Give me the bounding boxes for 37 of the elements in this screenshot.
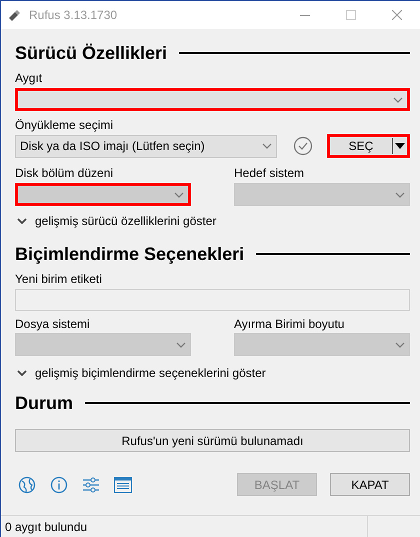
field-label: Önyükleme seçimi <box>15 118 114 132</box>
chevron-icon <box>395 342 405 348</box>
chevron-icon <box>395 192 405 198</box>
dropdown[interactable] <box>15 88 410 111</box>
usb-drive-icon <box>7 8 21 22</box>
section-heading: Durum <box>15 394 73 412</box>
dropdown-arrow-icon <box>394 142 406 150</box>
info-icon[interactable] <box>50 476 68 494</box>
field-label: Aygıt <box>15 71 44 85</box>
select-button[interactable]: SEÇ <box>327 134 410 158</box>
section-heading: Biçimlendirme Seçenekleri <box>15 245 244 263</box>
minimize-icon <box>300 14 310 16</box>
field-label: Disk bölüm düzeni <box>15 166 114 180</box>
advanced-toggle[interactable]: gelişmiş biçimlendirme seçeneklerini göster <box>15 362 266 384</box>
field-label: Hedef sistem <box>234 166 306 180</box>
log-list-icon[interactable] <box>114 476 132 492</box>
check-circle-icon[interactable] <box>293 136 313 156</box>
close-icon <box>392 10 402 20</box>
chevron-icon <box>176 342 186 348</box>
section-heading: Sürücü Özellikleri <box>15 44 168 62</box>
chevron-icon <box>17 218 27 224</box>
field-label: Ayırma Birimi boyutu <box>234 317 346 331</box>
settings-sliders-icon[interactable] <box>82 476 100 492</box>
field-label: Yeni birim etiketi <box>15 272 103 286</box>
window-title: Rufus 3.13.1730 <box>29 7 118 24</box>
status-text: 0 aygıt bulundu <box>4 518 88 536</box>
dropdown[interactable]: Disk ya da ISO imajı (Lütfen seçin) <box>15 134 277 158</box>
chevron-icon <box>174 192 184 198</box>
action-button[interactable]: KAPAT <box>330 473 410 496</box>
volume-label-field[interactable] <box>15 289 410 311</box>
chevron-icon <box>393 96 403 102</box>
chevron-icon <box>262 143 272 149</box>
advanced-toggle[interactable]: gelişmiş sürücü özelliklerini göster <box>15 210 216 232</box>
field-label: Dosya sistemi <box>15 317 91 331</box>
maximize-icon <box>346 10 356 20</box>
chevron-icon <box>17 370 27 376</box>
globe-icon[interactable] <box>18 476 36 494</box>
